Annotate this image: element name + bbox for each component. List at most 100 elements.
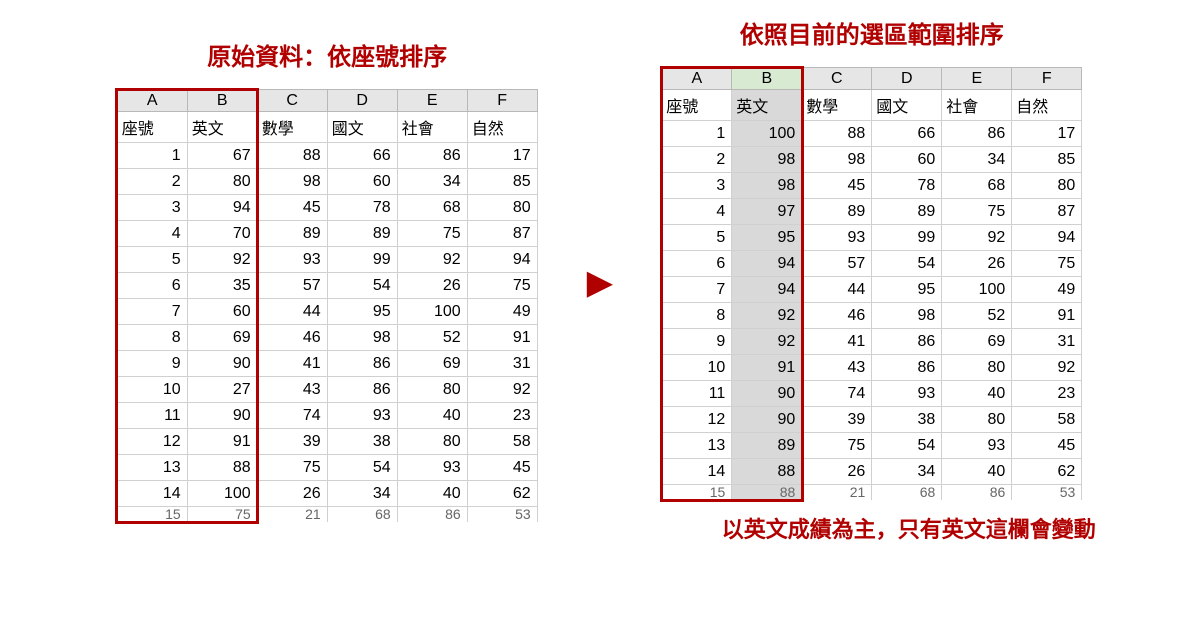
- cell[interactable]: 80: [397, 429, 467, 455]
- cell[interactable]: 40: [942, 459, 1012, 485]
- cell[interactable]: 68: [327, 507, 397, 522]
- cell[interactable]: 74: [257, 403, 327, 429]
- cell[interactable]: 45: [802, 173, 872, 199]
- cell[interactable]: 75: [257, 455, 327, 481]
- cell[interactable]: 41: [802, 329, 872, 355]
- cell[interactable]: 52: [397, 325, 467, 351]
- cell[interactable]: 75: [942, 199, 1012, 225]
- cell[interactable]: 13: [662, 433, 732, 459]
- cell[interactable]: 4: [662, 199, 732, 225]
- cell[interactable]: 4: [117, 221, 187, 247]
- cell[interactable]: 69: [187, 325, 257, 351]
- cell[interactable]: 88: [257, 143, 327, 169]
- col-header-E[interactable]: E: [397, 90, 467, 112]
- cell[interactable]: 43: [802, 355, 872, 381]
- cell[interactable]: 39: [802, 407, 872, 433]
- cell[interactable]: 43: [257, 377, 327, 403]
- cell[interactable]: 89: [872, 199, 942, 225]
- cell[interactable]: 90: [732, 407, 802, 433]
- cell[interactable]: 75: [802, 433, 872, 459]
- cell[interactable]: 9: [117, 351, 187, 377]
- cell[interactable]: 100: [732, 121, 802, 147]
- cell[interactable]: 21: [802, 485, 872, 500]
- cell[interactable]: 85: [467, 169, 537, 195]
- cell[interactable]: 94: [467, 247, 537, 273]
- cell[interactable]: 31: [1012, 329, 1082, 355]
- cell[interactable]: 6: [662, 251, 732, 277]
- col-header-A[interactable]: A: [117, 90, 187, 112]
- cell[interactable]: 34: [872, 459, 942, 485]
- cell[interactable]: 94: [732, 251, 802, 277]
- cell[interactable]: 86: [872, 329, 942, 355]
- cell[interactable]: 21: [257, 507, 327, 522]
- cell[interactable]: 88: [732, 459, 802, 485]
- cell[interactable]: 12: [662, 407, 732, 433]
- cell[interactable]: 90: [732, 381, 802, 407]
- cell[interactable]: 23: [467, 403, 537, 429]
- cell[interactable]: 80: [467, 195, 537, 221]
- cell[interactable]: 8: [662, 303, 732, 329]
- cell[interactable]: 15: [117, 507, 187, 522]
- cell[interactable]: 49: [467, 299, 537, 325]
- cell[interactable]: 95: [872, 277, 942, 303]
- cell[interactable]: 45: [257, 195, 327, 221]
- cell[interactable]: 86: [397, 143, 467, 169]
- cell[interactable]: 100: [397, 299, 467, 325]
- col-header-C[interactable]: C: [257, 90, 327, 112]
- cell[interactable]: 98: [732, 173, 802, 199]
- cell[interactable]: 54: [872, 433, 942, 459]
- cell[interactable]: 86: [397, 507, 467, 522]
- cell[interactable]: 93: [802, 225, 872, 251]
- cell[interactable]: 58: [467, 429, 537, 455]
- cell[interactable]: 38: [327, 429, 397, 455]
- cell[interactable]: 98: [802, 147, 872, 173]
- col-header-B[interactable]: B: [187, 90, 257, 112]
- cell[interactable]: 80: [397, 377, 467, 403]
- cell[interactable]: 98: [327, 325, 397, 351]
- cell[interactable]: 91: [732, 355, 802, 381]
- cell[interactable]: 62: [1012, 459, 1082, 485]
- field-header-cell[interactable]: 數學: [257, 112, 327, 143]
- cell[interactable]: 94: [1012, 225, 1082, 251]
- cell[interactable]: 35: [187, 273, 257, 299]
- cell[interactable]: 93: [942, 433, 1012, 459]
- cell[interactable]: 75: [187, 507, 257, 522]
- cell[interactable]: 5: [662, 225, 732, 251]
- cell[interactable]: 88: [187, 455, 257, 481]
- cell[interactable]: 40: [397, 481, 467, 507]
- cell[interactable]: 6: [117, 273, 187, 299]
- cell[interactable]: 94: [187, 195, 257, 221]
- cell[interactable]: 26: [397, 273, 467, 299]
- cell[interactable]: 41: [257, 351, 327, 377]
- cell[interactable]: 87: [467, 221, 537, 247]
- left-spreadsheet[interactable]: A B C D E F 座號英文數學國文社會自然1678866861728098…: [117, 89, 538, 522]
- field-header-cell[interactable]: 自然: [1012, 90, 1082, 121]
- cell[interactable]: 78: [327, 195, 397, 221]
- cell[interactable]: 23: [1012, 381, 1082, 407]
- cell[interactable]: 69: [942, 329, 1012, 355]
- cell[interactable]: 68: [397, 195, 467, 221]
- cell[interactable]: 91: [1012, 303, 1082, 329]
- cell[interactable]: 38: [872, 407, 942, 433]
- cell[interactable]: 60: [187, 299, 257, 325]
- cell[interactable]: 93: [397, 455, 467, 481]
- cell[interactable]: 46: [802, 303, 872, 329]
- cell[interactable]: 9: [662, 329, 732, 355]
- cell[interactable]: 74: [802, 381, 872, 407]
- cell[interactable]: 45: [467, 455, 537, 481]
- cell[interactable]: 93: [257, 247, 327, 273]
- cell[interactable]: 54: [327, 273, 397, 299]
- cell[interactable]: 80: [942, 407, 1012, 433]
- cell[interactable]: 66: [872, 121, 942, 147]
- cell[interactable]: 1: [662, 121, 732, 147]
- cell[interactable]: 86: [942, 485, 1012, 500]
- cell[interactable]: 12: [117, 429, 187, 455]
- field-header-cell[interactable]: 英文: [732, 90, 802, 121]
- cell[interactable]: 7: [662, 277, 732, 303]
- cell[interactable]: 92: [732, 303, 802, 329]
- cell[interactable]: 3: [662, 173, 732, 199]
- field-header-cell[interactable]: 座號: [117, 112, 187, 143]
- cell[interactable]: 99: [327, 247, 397, 273]
- cell[interactable]: 80: [1012, 173, 1082, 199]
- cell[interactable]: 7: [117, 299, 187, 325]
